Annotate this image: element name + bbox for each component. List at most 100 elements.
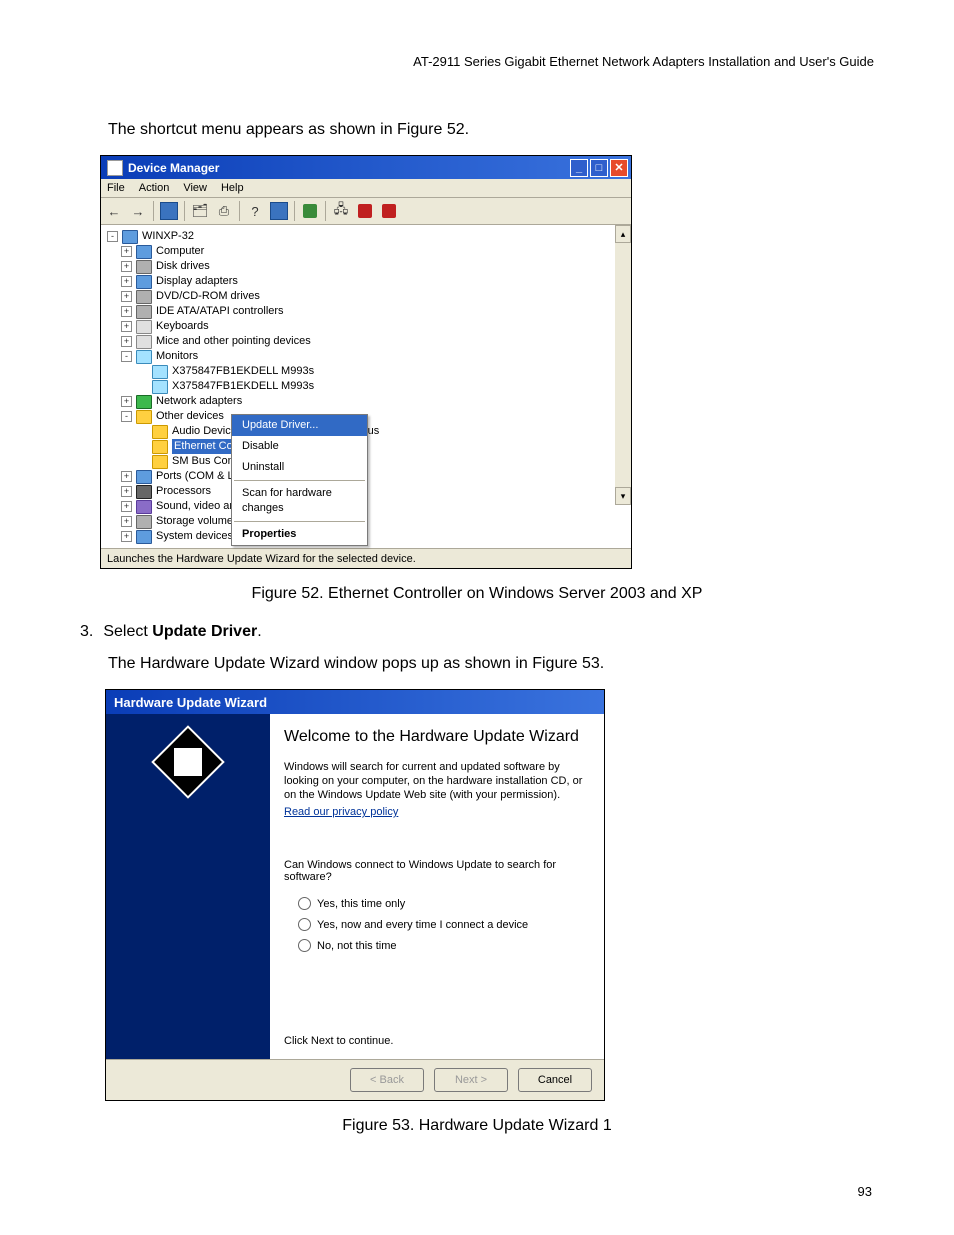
- ide-icon: [136, 305, 152, 319]
- update-icon[interactable]: [378, 200, 400, 222]
- expand-icon[interactable]: +: [121, 471, 132, 482]
- expand-icon[interactable]: +: [121, 396, 132, 407]
- wizard-heading: Welcome to the Hardware Update Wizard: [284, 728, 586, 746]
- tree-item[interactable]: Processors: [156, 484, 211, 499]
- computer-icon: [136, 245, 152, 259]
- print-icon[interactable]: ⎙: [213, 200, 235, 222]
- disable-icon[interactable]: [354, 200, 376, 222]
- radio-yes-always[interactable]: [298, 918, 311, 931]
- monitor-icon: [152, 365, 168, 379]
- expand-icon[interactable]: +: [121, 306, 132, 317]
- mouse-icon: [136, 335, 152, 349]
- window-titlebar[interactable]: Device Manager _ □ ✕: [101, 156, 631, 179]
- wizard-icon: [151, 725, 225, 799]
- tree-item[interactable]: Network adapters: [156, 394, 242, 409]
- disk-icon: [136, 260, 152, 274]
- vertical-scrollbar[interactable]: ▴ ▾: [615, 225, 631, 505]
- wizard-footer: < Back Next > Cancel: [106, 1059, 604, 1100]
- tree-item[interactable]: X375847FB1EKDELL M993s: [172, 364, 314, 379]
- collapse-icon[interactable]: -: [121, 411, 132, 422]
- expand-icon[interactable]: +: [121, 336, 132, 347]
- step-number: 3.: [80, 623, 93, 641]
- expand-icon[interactable]: +: [121, 246, 132, 257]
- tree-item[interactable]: Mice and other pointing devices: [156, 334, 311, 349]
- next-button[interactable]: Next >: [434, 1068, 508, 1092]
- menu-file[interactable]: File: [107, 182, 125, 194]
- expand-icon[interactable]: +: [121, 321, 132, 332]
- collapse-icon[interactable]: -: [107, 231, 118, 242]
- scan-icon[interactable]: [299, 200, 321, 222]
- close-button[interactable]: ✕: [610, 159, 628, 177]
- tree-item[interactable]: System devices: [156, 529, 233, 544]
- expand-icon[interactable]: +: [121, 261, 132, 272]
- system-icon: [136, 530, 152, 544]
- expand-icon[interactable]: +: [121, 531, 132, 542]
- intro-paragraph: The shortcut menu appears as shown in Fi…: [108, 121, 874, 139]
- device-manager-window: Device Manager _ □ ✕ File Action View He…: [100, 155, 632, 569]
- help-icon[interactable]: ?: [244, 200, 266, 222]
- expand-icon[interactable]: +: [121, 516, 132, 527]
- radio-label: No, not this time: [317, 940, 396, 952]
- window-title: Device Manager: [128, 161, 219, 175]
- tree-item[interactable]: Computer: [156, 244, 204, 259]
- tree-item[interactable]: Storage volumes: [156, 514, 239, 529]
- collapse-icon[interactable]: -: [121, 351, 132, 362]
- sound-icon: [136, 500, 152, 514]
- hardware-update-wizard: Hardware Update Wizard Welcome to the Ha…: [105, 689, 605, 1101]
- device-tree[interactable]: - WINXP-32 + Computer + Disk drives + Displa…: [101, 225, 615, 548]
- warning-icon: [152, 425, 168, 439]
- tree-item[interactable]: Disk drives: [156, 259, 210, 274]
- radio-label: Yes, now and every time I connect a devi…: [317, 919, 528, 931]
- scroll-up-icon[interactable]: ▴: [615, 225, 631, 243]
- expand-icon[interactable]: +: [121, 501, 132, 512]
- privacy-link[interactable]: Read our privacy policy: [284, 806, 586, 818]
- wizard-titlebar[interactable]: Hardware Update Wizard: [106, 690, 604, 714]
- tree-root: WINXP-32: [142, 229, 194, 244]
- tree-item[interactable]: Keyboards: [156, 319, 209, 334]
- scroll-down-icon[interactable]: ▾: [615, 487, 631, 505]
- network-icon: [136, 395, 152, 409]
- expand-icon[interactable]: +: [121, 291, 132, 302]
- back-icon[interactable]: ←: [103, 200, 125, 222]
- properties-icon[interactable]: [158, 200, 180, 222]
- wizard-question: Can Windows connect to Windows Update to…: [284, 859, 586, 883]
- ctx-update-driver[interactable]: Update Driver...: [232, 415, 367, 436]
- tree-icon[interactable]: 🗂: [189, 200, 211, 222]
- tree-item[interactable]: Monitors: [156, 349, 198, 364]
- minimize-button[interactable]: _: [570, 159, 588, 177]
- menu-help[interactable]: Help: [221, 182, 244, 194]
- ctx-properties[interactable]: Properties: [232, 524, 367, 545]
- maximize-button[interactable]: □: [590, 159, 608, 177]
- keyboard-icon: [136, 320, 152, 334]
- storage-icon: [136, 515, 152, 529]
- tree-item[interactable]: Other devices: [156, 409, 224, 424]
- other-devices-icon: [136, 410, 152, 424]
- net-icon[interactable]: 🖧: [330, 200, 352, 222]
- radio-no[interactable]: [298, 939, 311, 952]
- wizard-sidebar: [106, 714, 270, 1059]
- figure-52-caption: Figure 52. Ethernet Controller on Window…: [80, 585, 874, 603]
- details-icon[interactable]: [268, 200, 290, 222]
- tree-item[interactable]: DVD/CD-ROM drives: [156, 289, 260, 304]
- monitor-icon: [152, 380, 168, 394]
- processor-icon: [136, 485, 152, 499]
- expand-icon[interactable]: +: [121, 276, 132, 287]
- cancel-button[interactable]: Cancel: [518, 1068, 592, 1092]
- ctx-uninstall[interactable]: Uninstall: [232, 457, 367, 478]
- warning-icon: [152, 440, 168, 454]
- ctx-disable[interactable]: Disable: [232, 436, 367, 457]
- ports-icon: [136, 470, 152, 484]
- tree-item[interactable]: IDE ATA/ATAPI controllers: [156, 304, 284, 319]
- menu-action[interactable]: Action: [139, 182, 170, 194]
- expand-icon[interactable]: +: [121, 486, 132, 497]
- context-menu: Update Driver... Disable Uninstall Scan …: [231, 414, 368, 546]
- tree-item[interactable]: Sound, video and: [156, 499, 242, 514]
- tree-item[interactable]: Display adapters: [156, 274, 238, 289]
- radio-yes-once[interactable]: [298, 897, 311, 910]
- tree-item[interactable]: X375847FB1EKDELL M993s: [172, 379, 314, 394]
- forward-icon[interactable]: →: [127, 200, 149, 222]
- menu-view[interactable]: View: [183, 182, 207, 194]
- titlebar-icon: [107, 160, 123, 176]
- ctx-scan[interactable]: Scan for hardware changes: [232, 483, 367, 519]
- back-button: < Back: [350, 1068, 424, 1092]
